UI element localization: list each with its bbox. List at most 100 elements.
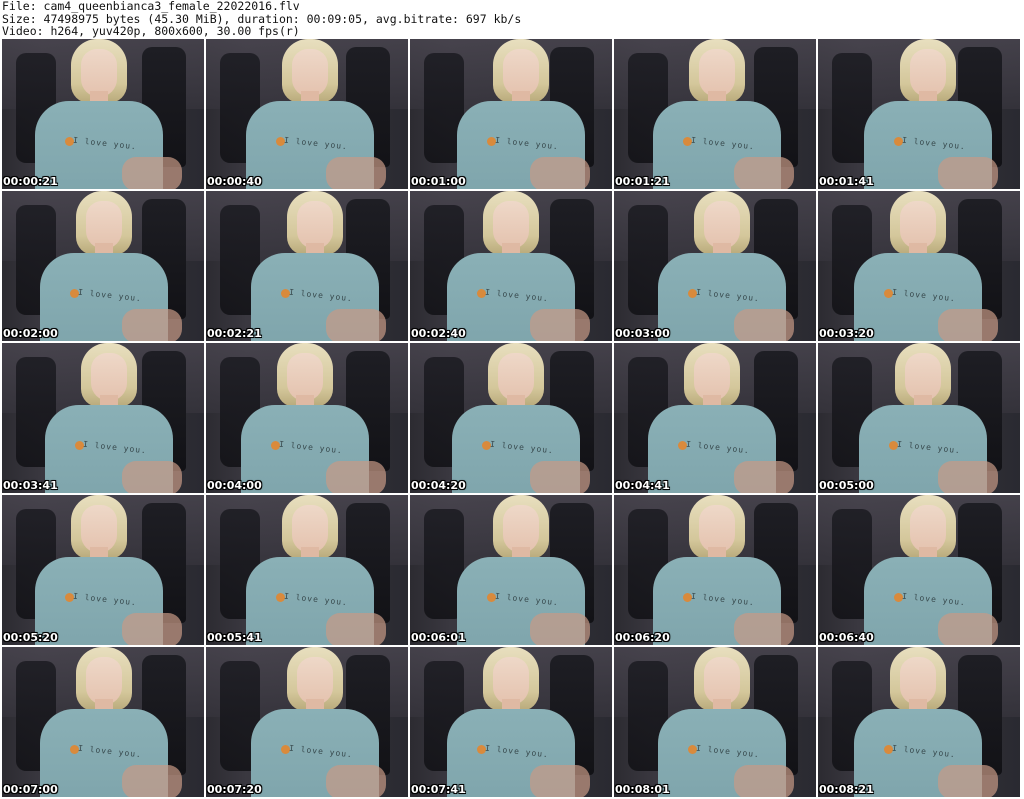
arm xyxy=(938,157,998,189)
arm xyxy=(326,613,386,645)
thumbnail-timestamp: 00:04:00 xyxy=(207,479,262,492)
arm xyxy=(734,765,794,797)
arm xyxy=(530,309,590,341)
face xyxy=(493,657,529,705)
arm xyxy=(326,765,386,797)
face xyxy=(905,353,941,401)
video-thumbnail: I love you. 00:06:20 xyxy=(614,495,816,645)
file-name-line: File: cam4_queenbianca3_female_22022016.… xyxy=(2,0,300,13)
thumbnail-timestamp: 00:06:20 xyxy=(615,631,670,644)
arm xyxy=(326,157,386,189)
video-thumbnail: I love you. 00:06:40 xyxy=(818,495,1020,645)
video-thumbnail: I love you. 00:07:20 xyxy=(206,647,408,797)
face xyxy=(297,657,333,705)
thumbnail-timestamp: 00:02:00 xyxy=(3,327,58,340)
arm xyxy=(122,157,182,189)
thumbnail-timestamp: 00:07:00 xyxy=(3,783,58,796)
arm xyxy=(122,461,182,493)
face xyxy=(86,657,122,705)
video-thumbnail: I love you. 00:07:00 xyxy=(2,647,204,797)
face xyxy=(503,49,539,97)
thumbnail-timestamp: 00:00:40 xyxy=(207,175,262,188)
thumbnail-timestamp: 00:01:41 xyxy=(819,175,874,188)
arm xyxy=(122,765,182,797)
face xyxy=(503,505,539,553)
face xyxy=(900,657,936,705)
arm xyxy=(326,461,386,493)
video-thumbnail: I love you. 00:06:01 xyxy=(410,495,612,645)
video-thumbnail: I love you. 00:02:21 xyxy=(206,191,408,341)
face xyxy=(81,505,117,553)
video-thumbnail: I love you. 00:00:40 xyxy=(206,39,408,189)
file-info-header: File: cam4_queenbianca3_female_22022016.… xyxy=(2,0,1022,38)
face xyxy=(704,201,740,249)
arm xyxy=(530,765,590,797)
thumbnail-timestamp: 00:06:01 xyxy=(411,631,466,644)
thumbnail-timestamp: 00:03:00 xyxy=(615,327,670,340)
video-thumbnail: I love you. 00:01:41 xyxy=(818,39,1020,189)
face xyxy=(493,201,529,249)
arm xyxy=(938,309,998,341)
face xyxy=(498,353,534,401)
face xyxy=(292,505,328,553)
video-thumbnail: I love you. 00:00:21 xyxy=(2,39,204,189)
face xyxy=(81,49,117,97)
video-thumbnail: I love you. 00:03:20 xyxy=(818,191,1020,341)
video-thumbnail: I love you. 00:03:00 xyxy=(614,191,816,341)
arm xyxy=(530,613,590,645)
face xyxy=(287,353,323,401)
video-thumbnail: I love you. 00:08:01 xyxy=(614,647,816,797)
arm xyxy=(326,309,386,341)
face xyxy=(704,657,740,705)
thumbnail-timestamp: 00:06:40 xyxy=(819,631,874,644)
arm xyxy=(734,613,794,645)
arm xyxy=(938,613,998,645)
thumbnail-timestamp: 00:03:41 xyxy=(3,479,58,492)
arm xyxy=(734,461,794,493)
video-thumbnail: I love you. 00:05:00 xyxy=(818,343,1020,493)
thumbnail-timestamp: 00:04:41 xyxy=(615,479,670,492)
video-thumbnail: I love you. 00:07:41 xyxy=(410,647,612,797)
face xyxy=(910,49,946,97)
arm xyxy=(122,613,182,645)
video-thumbnail: I love you. 00:01:00 xyxy=(410,39,612,189)
thumbnail-timestamp: 00:00:21 xyxy=(3,175,58,188)
arm xyxy=(530,157,590,189)
face xyxy=(699,505,735,553)
video-thumbnail: I love you. 00:02:40 xyxy=(410,191,612,341)
arm xyxy=(938,765,998,797)
face xyxy=(297,201,333,249)
video-thumbnail: I love you. 00:04:00 xyxy=(206,343,408,493)
video-thumbnail: I love you. 00:03:41 xyxy=(2,343,204,493)
thumbnail-timestamp: 00:01:21 xyxy=(615,175,670,188)
video-thumbnail: I love you. 00:04:41 xyxy=(614,343,816,493)
video-thumbnail: I love you. 00:01:21 xyxy=(614,39,816,189)
thumbnail-timestamp: 00:07:41 xyxy=(411,783,466,796)
thumbnail-grid: I love you. 00:00:21 I love you. 00:00:40 I … xyxy=(2,39,1020,797)
face xyxy=(86,201,122,249)
face xyxy=(910,505,946,553)
face xyxy=(699,49,735,97)
thumbnail-timestamp: 00:05:41 xyxy=(207,631,262,644)
arm xyxy=(530,461,590,493)
thumbnail-timestamp: 00:02:40 xyxy=(411,327,466,340)
video-thumbnail: I love you. 00:05:20 xyxy=(2,495,204,645)
thumbnail-timestamp: 00:05:00 xyxy=(819,479,874,492)
arm xyxy=(734,157,794,189)
face xyxy=(900,201,936,249)
thumbnail-timestamp: 00:02:21 xyxy=(207,327,262,340)
thumbnail-timestamp: 00:05:20 xyxy=(3,631,58,644)
thumbnail-timestamp: 00:08:21 xyxy=(819,783,874,796)
video-thumbnail: I love you. 00:04:20 xyxy=(410,343,612,493)
video-info-line: Video: h264, yuv420p, 800x600, 30.00 fps… xyxy=(2,24,300,38)
thumbnail-timestamp: 00:08:01 xyxy=(615,783,670,796)
face xyxy=(91,353,127,401)
video-thumbnail: I love you. 00:05:41 xyxy=(206,495,408,645)
thumbnail-timestamp: 00:01:00 xyxy=(411,175,466,188)
face xyxy=(292,49,328,97)
arm xyxy=(122,309,182,341)
video-thumbnail: I love you. 00:02:00 xyxy=(2,191,204,341)
video-thumbnail: I love you. 00:08:21 xyxy=(818,647,1020,797)
arm xyxy=(938,461,998,493)
thumbnail-timestamp: 00:07:20 xyxy=(207,783,262,796)
